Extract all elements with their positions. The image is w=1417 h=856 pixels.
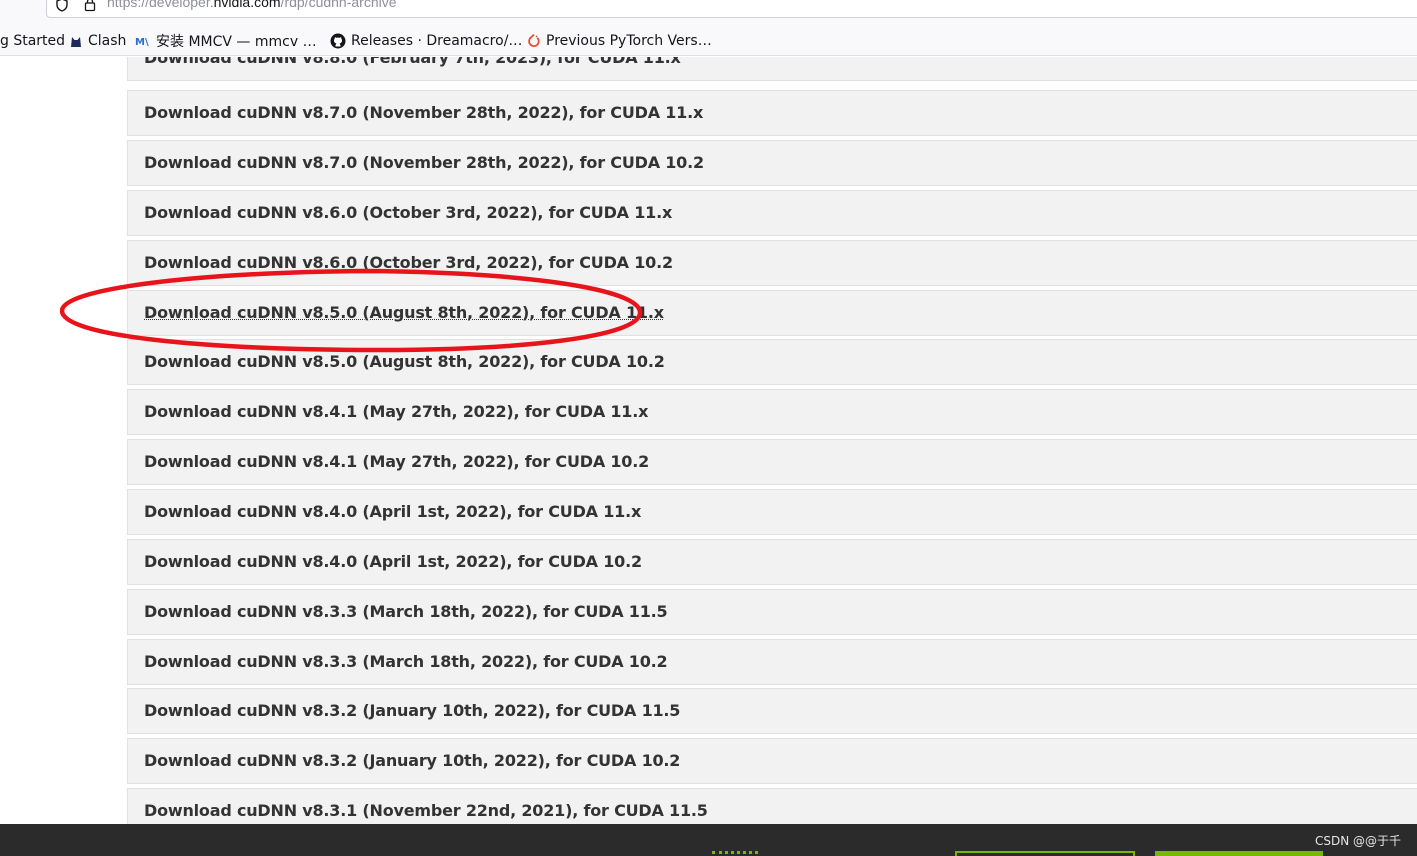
url-domain: nvidia.com <box>213 0 281 10</box>
bookmark-label: Clash <box>88 33 127 49</box>
download-link-highlighted[interactable]: Download cuDNN v8.5.0 (August 8th, 2022)… <box>144 303 664 322</box>
bookmark-pytorch[interactable]: Previous PyTorch Vers… <box>527 30 712 52</box>
download-link[interactable]: Download cuDNN v8.7.0 (November 28th, 20… <box>144 153 704 172</box>
url-prefix: https://developer. <box>107 0 214 10</box>
url-text[interactable]: https://developer.nvidia.com/rdp/cudnn-a… <box>107 0 397 10</box>
banner-accept-button[interactable] <box>1155 851 1323 856</box>
download-row[interactable]: Download cuDNN v8.3.2 (January 10th, 202… <box>127 688 1417 734</box>
download-row-highlighted[interactable]: Download cuDNN v8.5.0 (August 8th, 2022)… <box>127 290 1417 336</box>
bookmark-clash[interactable]: Clash <box>69 30 126 52</box>
mmcv-icon: M\ <box>135 37 149 48</box>
download-link[interactable]: Download cuDNN v8.4.0 (April 1st, 2022),… <box>144 502 641 521</box>
download-link[interactable]: Download cuDNN v8.8.0 (February 7th, 202… <box>144 57 681 67</box>
bookmark-label: 安装 MMCV — mmcv … <box>156 34 317 50</box>
download-row[interactable]: Download cuDNN v8.3.2 (January 10th, 202… <box>127 738 1417 784</box>
download-link[interactable]: Download cuDNN v8.4.1 (May 27th, 2022), … <box>144 402 648 421</box>
download-link[interactable]: Download cuDNN v8.5.0 (August 8th, 2022)… <box>144 352 665 371</box>
download-link[interactable]: Download cuDNN v8.3.2 (January 10th, 202… <box>144 751 680 770</box>
bookmark-label: Previous PyTorch Vers… <box>546 33 712 49</box>
cudnn-archive-list: Download cuDNN v8.8.0 (February 7th, 202… <box>0 57 1417 824</box>
download-row[interactable]: Download cuDNN v8.7.0 (November 28th, 20… <box>127 140 1417 186</box>
bookmarks-toolbar: g Started Clash M\ 安装 MMCV — mmcv … Rele… <box>0 26 1417 56</box>
clash-cat-icon <box>71 37 81 47</box>
pytorch-icon <box>528 33 540 47</box>
github-icon <box>330 33 346 49</box>
download-row[interactable]: Download cuDNN v8.3.1 (November 22nd, 20… <box>127 788 1417 824</box>
download-row[interactable]: Download cuDNN v8.5.0 (August 8th, 2022)… <box>127 339 1417 385</box>
svg-text:M\: M\ <box>135 37 149 48</box>
lock-icon[interactable] <box>83 0 97 12</box>
download-row[interactable]: Download cuDNN v8.6.0 (October 3rd, 2022… <box>127 240 1417 286</box>
download-row[interactable]: Download cuDNN v8.7.0 (November 28th, 20… <box>127 90 1417 136</box>
download-row[interactable]: Download cuDNN v8.4.1 (May 27th, 2022), … <box>127 439 1417 485</box>
banner-outline-button[interactable] <box>955 851 1135 856</box>
download-link[interactable]: Download cuDNN v8.3.2 (January 10th, 202… <box>144 701 680 720</box>
download-link[interactable]: Download cuDNN v8.3.3 (March 18th, 2022)… <box>144 652 668 671</box>
download-link[interactable]: Download cuDNN v8.3.3 (March 18th, 2022)… <box>144 602 668 621</box>
shield-icon[interactable] <box>55 0 69 12</box>
download-row[interactable]: Download cuDNN v8.3.3 (March 18th, 2022)… <box>127 589 1417 635</box>
url-path: /rdp/cudnn-archive <box>280 0 397 10</box>
download-link[interactable]: Download cuDNN v8.4.0 (April 1st, 2022),… <box>144 552 642 571</box>
download-link[interactable]: Download cuDNN v8.6.0 (October 3rd, 2022… <box>144 203 672 222</box>
bookmark-mmcv[interactable]: M\ 安装 MMCV — mmcv … <box>135 30 317 52</box>
banner-link-peek[interactable] <box>712 851 758 856</box>
download-row[interactable]: Download cuDNN v8.4.1 (May 27th, 2022), … <box>127 389 1417 435</box>
download-link[interactable]: Download cuDNN v8.6.0 (October 3rd, 2022… <box>144 253 673 272</box>
bottom-banner: CSDN @@于千 <box>0 824 1417 856</box>
bookmark-releases[interactable]: Releases · Dreamacro/… <box>330 30 522 52</box>
browser-toolbar: https://developer.nvidia.com/rdp/cudnn-a… <box>0 0 1417 26</box>
bookmark-label: g Started <box>0 33 66 49</box>
csdn-watermark: CSDN @@于千 <box>1314 834 1401 848</box>
download-row[interactable]: Download cuDNN v8.4.0 (April 1st, 2022),… <box>127 489 1417 535</box>
download-row[interactable]: Download cuDNN v8.6.0 (October 3rd, 2022… <box>127 190 1417 236</box>
bookmark-getting-started[interactable]: g Started <box>0 30 65 52</box>
download-row[interactable]: Download cuDNN v8.4.0 (April 1st, 2022),… <box>127 539 1417 585</box>
download-row[interactable]: Download cuDNN v8.8.0 (February 7th, 202… <box>127 57 1417 81</box>
download-link[interactable]: Download cuDNN v8.3.1 (November 22nd, 20… <box>144 801 708 820</box>
download-link[interactable]: Download cuDNN v8.4.1 (May 27th, 2022), … <box>144 452 649 471</box>
bookmark-label: Releases · Dreamacro/… <box>351 33 523 49</box>
download-link[interactable]: Download cuDNN v8.7.0 (November 28th, 20… <box>144 103 703 122</box>
download-row[interactable]: Download cuDNN v8.3.3 (March 18th, 2022)… <box>127 639 1417 685</box>
